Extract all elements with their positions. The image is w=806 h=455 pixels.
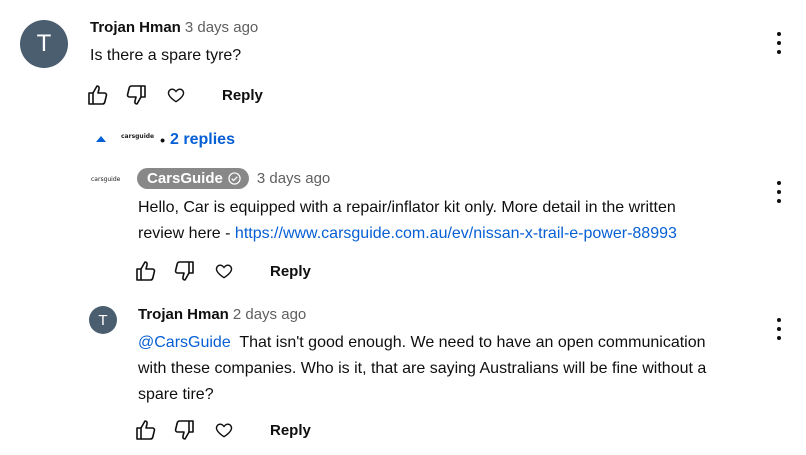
reply-button[interactable]: Reply — [270, 422, 311, 439]
replies-count: 2 replies — [170, 131, 235, 148]
replies-toggle[interactable]: carsguide • 2 replies — [95, 131, 235, 149]
reply-text: Hello, Car is equipped with a repair/inf… — [138, 195, 758, 247]
reply-text-rest: That isn't good enough. We need to have … — [230, 334, 706, 351]
thumb-up-icon[interactable] — [134, 259, 158, 283]
more-vert-icon[interactable] — [776, 32, 782, 54]
check-circle-icon — [228, 172, 241, 185]
caret-up-icon — [95, 131, 107, 149]
separator-dot: • — [160, 132, 166, 148]
avatar[interactable]: T — [20, 20, 68, 68]
avatar-letter: T — [98, 311, 108, 329]
heart-icon[interactable] — [212, 259, 236, 283]
reply-author[interactable]: Trojan Hman — [138, 306, 229, 323]
reply-time[interactable]: 3 days ago — [257, 170, 330, 187]
carsguide-logo: carsguide — [121, 132, 155, 140]
comment-author[interactable]: Trojan Hman — [90, 19, 181, 36]
review-link[interactable]: https://www.carsguide.com.au/ev/nissan-x… — [235, 225, 677, 242]
avatar-letter: T — [36, 30, 52, 57]
avatar[interactable]: T — [89, 306, 117, 334]
more-vert-icon[interactable] — [776, 181, 782, 203]
comment-time[interactable]: 3 days ago — [185, 19, 258, 36]
reply-text-line: review here - https://www.carsguide.com.… — [138, 221, 758, 247]
thumb-down-icon[interactable] — [172, 259, 196, 283]
reply-header: CarsGuide 3 days ago — [137, 168, 330, 189]
reply-header: Trojan Hman 2 days ago — [138, 306, 306, 324]
reply-actions: Reply — [134, 418, 311, 442]
thumb-up-icon[interactable] — [86, 83, 110, 107]
reply-time[interactable]: 2 days ago — [233, 306, 306, 323]
reply-text-line: spare tire? — [138, 386, 214, 403]
thumb-down-icon[interactable] — [172, 418, 196, 442]
comment-text: Is there a spare tyre? — [90, 47, 242, 64]
comment-actions: Reply — [86, 83, 263, 107]
mention-link[interactable]: @CarsGuide — [138, 334, 231, 351]
reply-text-line: @CarsGuide That isn't good enough. We ne… — [138, 330, 778, 356]
reply-text-prefix: review here - — [138, 225, 235, 242]
thumb-down-icon[interactable] — [124, 83, 148, 107]
reply-button[interactable]: Reply — [270, 263, 311, 280]
channel-owner-chip[interactable]: CarsGuide — [137, 168, 249, 189]
heart-icon[interactable] — [212, 418, 236, 442]
comment-header: Trojan Hman 3 days ago — [90, 19, 258, 37]
reply-button[interactable]: Reply — [222, 87, 263, 104]
reply-text-line: with these companies. Who is it, that ar… — [138, 360, 707, 377]
reply-text-line: Hello, Car is equipped with a repair/inf… — [138, 199, 676, 216]
heart-icon[interactable] — [164, 83, 188, 107]
reply-author: CarsGuide — [147, 170, 223, 187]
reply-text: @CarsGuide That isn't good enough. We ne… — [138, 330, 778, 408]
reply-actions: Reply — [134, 259, 311, 283]
thumb-up-icon[interactable] — [134, 418, 158, 442]
carsguide-avatar[interactable]: carsguide — [91, 176, 120, 183]
